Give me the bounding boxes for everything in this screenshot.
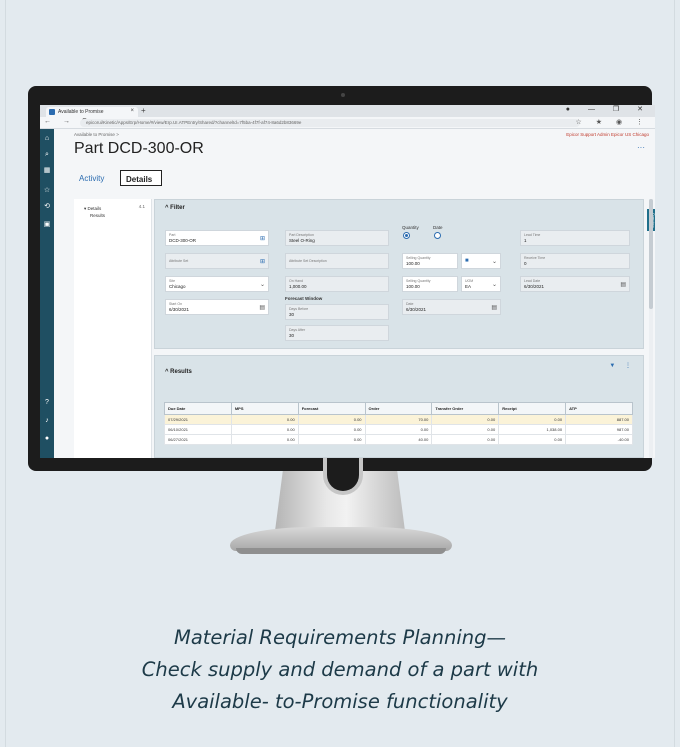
site-dropdown[interactable]: Site Chicago ⌄ bbox=[165, 276, 269, 292]
on-hand-field: On Hand 1,000.00 bbox=[285, 276, 389, 292]
attribute-set-search-icon[interactable]: ⊞ bbox=[260, 258, 265, 265]
calendar-icon: ▤ bbox=[620, 282, 626, 288]
user-icon[interactable]: ● bbox=[43, 435, 51, 443]
navigation-tree: 4.1 ▾ Details Results bbox=[74, 199, 152, 458]
calendar-icon[interactable]: ▤ bbox=[259, 304, 265, 311]
table-row[interactable]: 06/27/2021 0.00 0.00 40.00 0.00 0.00 -40… bbox=[164, 434, 633, 445]
column-header-receipt[interactable]: Receipt bbox=[498, 402, 567, 415]
date-radio-label: Date bbox=[433, 225, 443, 230]
caption: Material Requirements Planning— Check su… bbox=[0, 622, 680, 718]
part-search-icon[interactable]: ⊞ bbox=[260, 235, 265, 242]
quantity-radio-label: Quantity bbox=[402, 225, 419, 230]
breadcrumb[interactable]: Available to Promise > bbox=[74, 132, 119, 137]
receive-time-field: Receive Time 0 bbox=[520, 253, 630, 269]
results-filter-icon[interactable]: ▼ ⋮ bbox=[609, 362, 635, 369]
app-left-nav: ⌂ ⌕ ▦ ☆ ⟲ ▣ ? ♪ ● bbox=[40, 129, 54, 458]
chevron-down-icon: ⌄ bbox=[491, 259, 497, 265]
search-icon[interactable]: ⌕ bbox=[43, 151, 51, 159]
attribute-set-field[interactable]: Attribute Set ⊞ bbox=[165, 253, 269, 269]
uom-picker[interactable]: ■ ⌄ bbox=[461, 253, 501, 269]
date-radio[interactable] bbox=[434, 232, 441, 239]
tab-activity[interactable]: Activity bbox=[74, 170, 114, 186]
part-field[interactable]: Part DCD-300-OR ⊞ bbox=[165, 230, 269, 246]
caption-line-1: Material Requirements Planning— bbox=[174, 626, 506, 649]
selling-quantity-field[interactable]: Selling Quantity 100.00 bbox=[402, 253, 458, 269]
forecast-window-label: Forecast Window bbox=[285, 296, 323, 301]
browser-address-bar: ← → C epicorui/Kinetic/Apps/Erp/Home/#/v… bbox=[40, 117, 655, 129]
filter-panel: ^ Filter Part DCD-300-OR ⊞ Attribute Set… bbox=[154, 199, 644, 349]
user-context-menu[interactable]: Epicor Support Admin Epicor US Chicago bbox=[566, 132, 649, 137]
table-row[interactable]: 06/10/2021 0.00 0.00 0.00 0.00 1,038.00 … bbox=[164, 424, 633, 435]
webcam-dot bbox=[341, 93, 345, 97]
favorites-icon[interactable]: ☆ bbox=[43, 187, 51, 195]
results-panel-header[interactable]: ^ Results bbox=[155, 364, 643, 380]
close-tab-icon[interactable]: × bbox=[130, 108, 134, 114]
window-controls[interactable]: ● — ❐ ✕ bbox=[566, 105, 651, 113]
monitor-stand-base-edge bbox=[236, 548, 446, 554]
days-after-field[interactable]: Days After 30 bbox=[285, 325, 389, 341]
lead-date-field: Lead Date 6/30/2021 ▤ bbox=[520, 276, 630, 292]
notifications-icon[interactable]: ♪ bbox=[43, 417, 51, 425]
app-favicon-icon bbox=[49, 109, 55, 115]
caption-line-3: Available- to-Promise functionality bbox=[172, 690, 508, 713]
column-header-forecast[interactable]: Forecast bbox=[297, 402, 366, 415]
home-icon[interactable]: ⌂ bbox=[43, 135, 51, 143]
caption-line-2: Check supply and demand of a part with bbox=[141, 658, 539, 681]
uom-quantity-field[interactable]: Selling Quantity 100.00 bbox=[402, 276, 458, 292]
apps-icon[interactable]: ▣ bbox=[43, 221, 51, 229]
lead-time-field: Lead Time 1 bbox=[520, 230, 630, 246]
page-title: Part DCD-300-OR bbox=[74, 140, 204, 157]
uom-dropdown[interactable]: UOM EA ⌄ bbox=[461, 276, 501, 292]
tab-details[interactable]: Details bbox=[120, 170, 162, 186]
results-panel: ^ Results ▼ ⋮ Due Date MPS Forecast Orde… bbox=[154, 355, 644, 458]
filter-panel-header[interactable]: ^ Filter bbox=[155, 200, 643, 216]
grid-icon[interactable]: ▦ bbox=[43, 167, 51, 175]
column-header-due-date[interactable]: Due Date bbox=[164, 402, 232, 415]
days-before-field[interactable]: Days Before 30 bbox=[285, 304, 389, 320]
quantity-radio[interactable] bbox=[403, 232, 410, 239]
url-field[interactable]: epicorui/Kinetic/Apps/Erp/Home/#/view/Er… bbox=[80, 119, 580, 127]
start-on-date-field[interactable]: Start On 6/30/2021 ▤ bbox=[165, 299, 269, 315]
monitor-stand-cable-hole bbox=[323, 455, 363, 495]
chevron-down-icon: ⌄ bbox=[259, 282, 265, 288]
part-description-field: Part Description Steel O-Ring bbox=[285, 230, 389, 246]
grid-header-row: Due Date MPS Forecast Order Transfer Ord… bbox=[164, 402, 633, 415]
date-field[interactable]: Date 6/30/2021 ▤ bbox=[402, 299, 501, 315]
history-icon[interactable]: ⟲ bbox=[43, 203, 51, 211]
browser-tab-bar: Available to Promise × + ● — ❐ ✕ bbox=[40, 105, 655, 117]
attribute-set-description-field: Attribute Set Description bbox=[285, 253, 389, 269]
monitor-screen: Available to Promise × + ● — ❐ ✕ ← → C e… bbox=[40, 105, 655, 458]
calendar-icon[interactable]: ▤ bbox=[491, 304, 497, 311]
column-header-mps[interactable]: MPS bbox=[230, 402, 299, 415]
tree-item-results[interactable]: Results bbox=[90, 213, 105, 218]
tree-count: 4.1 bbox=[138, 204, 145, 209]
uom-icon: ■ bbox=[465, 258, 469, 264]
column-header-order[interactable]: Order bbox=[364, 402, 433, 415]
browser-tab[interactable]: Available to Promise × bbox=[46, 107, 138, 117]
column-header-atp[interactable]: ATP bbox=[565, 402, 633, 415]
results-grid: Due Date MPS Forecast Order Transfer Ord… bbox=[164, 402, 633, 445]
tree-item-details[interactable]: ▾ Details bbox=[84, 206, 101, 212]
page-scrollbar-thumb[interactable] bbox=[649, 199, 653, 309]
browser-toolbar-icons[interactable]: ☆ ★ ◉ ⋮ bbox=[576, 118, 650, 126]
help-icon[interactable]: ? bbox=[43, 399, 51, 407]
page-overflow-menu-icon[interactable]: ··· bbox=[637, 143, 645, 152]
browser-tab-title: Available to Promise bbox=[58, 109, 104, 115]
column-header-transfer-order[interactable]: Transfer Order bbox=[431, 402, 500, 415]
new-tab-icon[interactable]: + bbox=[141, 106, 146, 115]
chevron-down-icon: ⌄ bbox=[491, 282, 497, 288]
table-row[interactable]: 07/29/2021 0.00 0.00 70.00 0.00 0.00 887… bbox=[164, 414, 633, 425]
